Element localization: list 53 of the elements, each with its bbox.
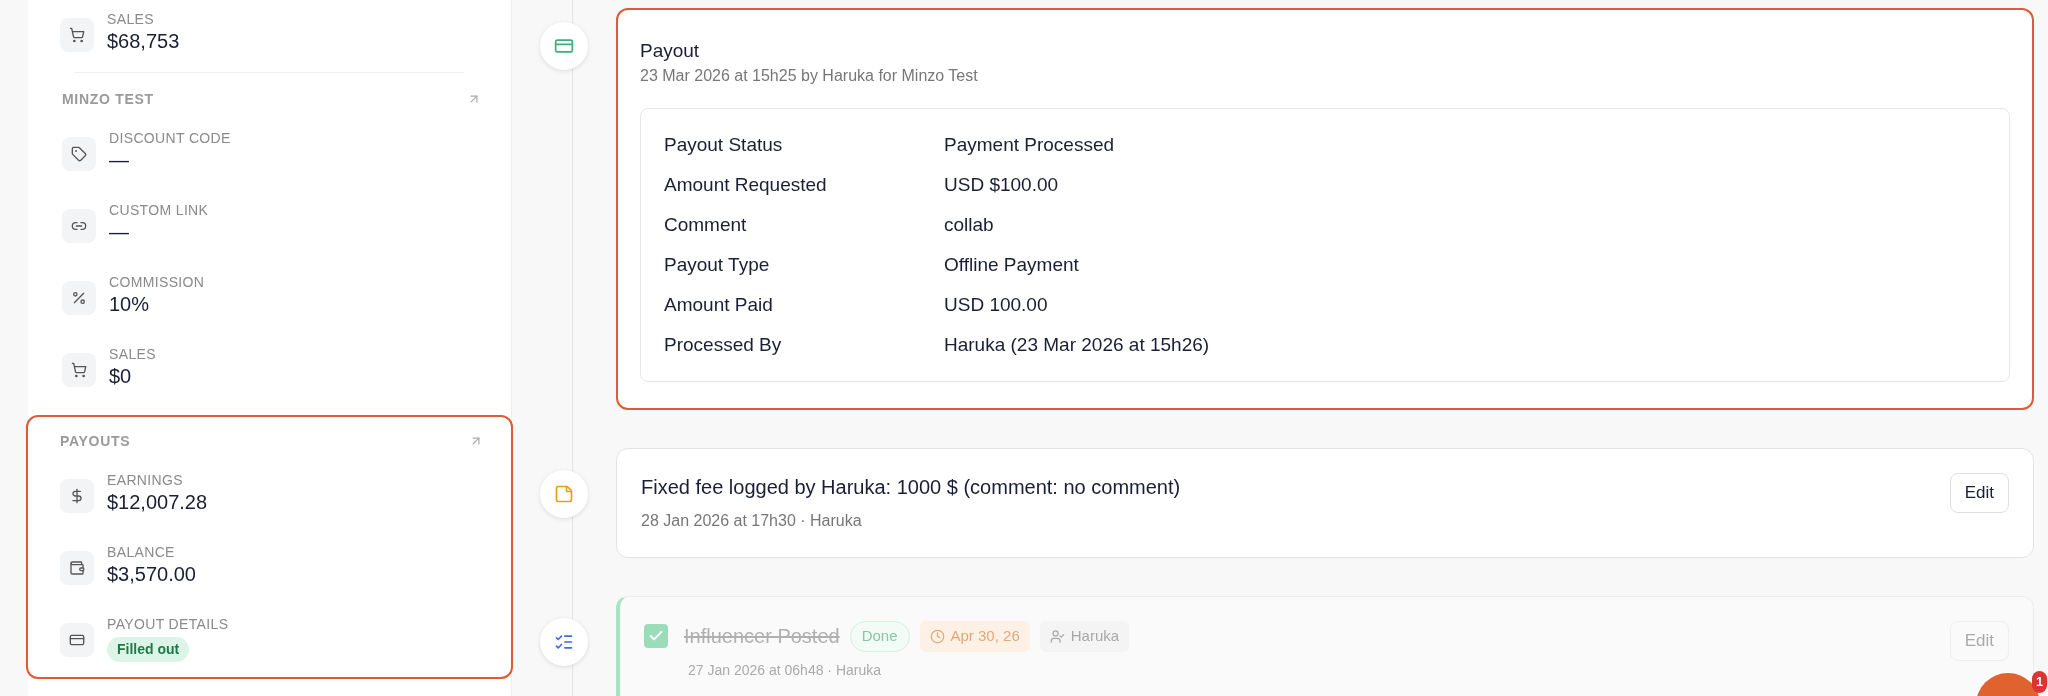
- detail-label: Comment: [664, 212, 748, 237]
- card-title: Fixed fee logged by Haruka: 1000 $ (comment: no comment): [641, 475, 1181, 500]
- detail-label: Processed By: [664, 332, 783, 357]
- detail-label: Amount Requested: [664, 172, 828, 197]
- card-meta: 27 Jan 2026 at 06h48 · Haruka: [688, 660, 883, 680]
- cart-icon: [69, 27, 85, 43]
- notification-badge: 1: [2032, 671, 2048, 693]
- section-title: PAYOUTS: [60, 431, 131, 451]
- wallet-icon: [69, 560, 85, 576]
- detail-value: collab: [944, 212, 994, 237]
- dollar-icon: [69, 488, 85, 504]
- card-icon: [554, 36, 574, 56]
- stat-value: $12,007.28: [107, 490, 208, 515]
- card-meta: 28 Jan 2026 at 17h30 · Haruka: [641, 511, 863, 531]
- stat-value: $68,753: [107, 29, 180, 54]
- card-meta: 23 Mar 2026 at 15h25 by Haruka for Minzo Test: [640, 66, 979, 86]
- stat-label: DISCOUNT CODE: [109, 129, 231, 147]
- stat-label: CUSTOM LINK: [109, 201, 209, 219]
- tag-icon: [71, 146, 87, 162]
- task-title: Influencer Posted: [684, 624, 840, 650]
- detail-label: Payout Type: [664, 252, 771, 277]
- detail-value: Payment Processed: [944, 132, 1115, 157]
- stat-label: SALES: [109, 345, 156, 363]
- percent-icon: [71, 290, 87, 306]
- status-badge: Done: [849, 621, 910, 652]
- stat-label: SALES: [107, 10, 155, 28]
- section-title: MINZO TEST: [62, 89, 154, 109]
- detail-value: Haruka (23 Mar 2026 at 15h26): [944, 332, 1210, 357]
- stat-label: COMMISSION: [109, 273, 205, 291]
- detail-label: Amount Paid: [664, 292, 774, 317]
- stat-value: $0: [109, 364, 133, 389]
- detail-value: Offline Payment: [944, 252, 1079, 277]
- card-title: Payout: [640, 39, 701, 63]
- edit-button[interactable]: Edit: [1949, 473, 2009, 513]
- due-date-badge: Apr 30, 26: [919, 621, 1030, 652]
- cart-icon: [71, 362, 87, 378]
- stat-value: $3,570.00: [107, 562, 196, 587]
- clock-icon: [929, 628, 945, 644]
- detail-label: Payout Status: [664, 132, 784, 157]
- stat-label: EARNINGS: [107, 471, 184, 489]
- status-badge: Filled out: [107, 637, 190, 662]
- assignee-chip: Haruka: [1039, 621, 1130, 652]
- stat-value: —: [109, 148, 130, 173]
- detail-value: USD 100.00: [944, 292, 1048, 317]
- detail-value: USD $100.00: [944, 172, 1059, 197]
- note-icon: [554, 484, 574, 504]
- stat-label: BALANCE: [107, 543, 176, 561]
- stat-value: 10%: [109, 292, 151, 317]
- checklist-icon: [554, 632, 574, 652]
- stat-label: PAYOUT DETAILS: [107, 615, 229, 633]
- card-icon: [69, 632, 85, 648]
- stat-value: —: [109, 220, 130, 245]
- user-icon: [1049, 628, 1065, 644]
